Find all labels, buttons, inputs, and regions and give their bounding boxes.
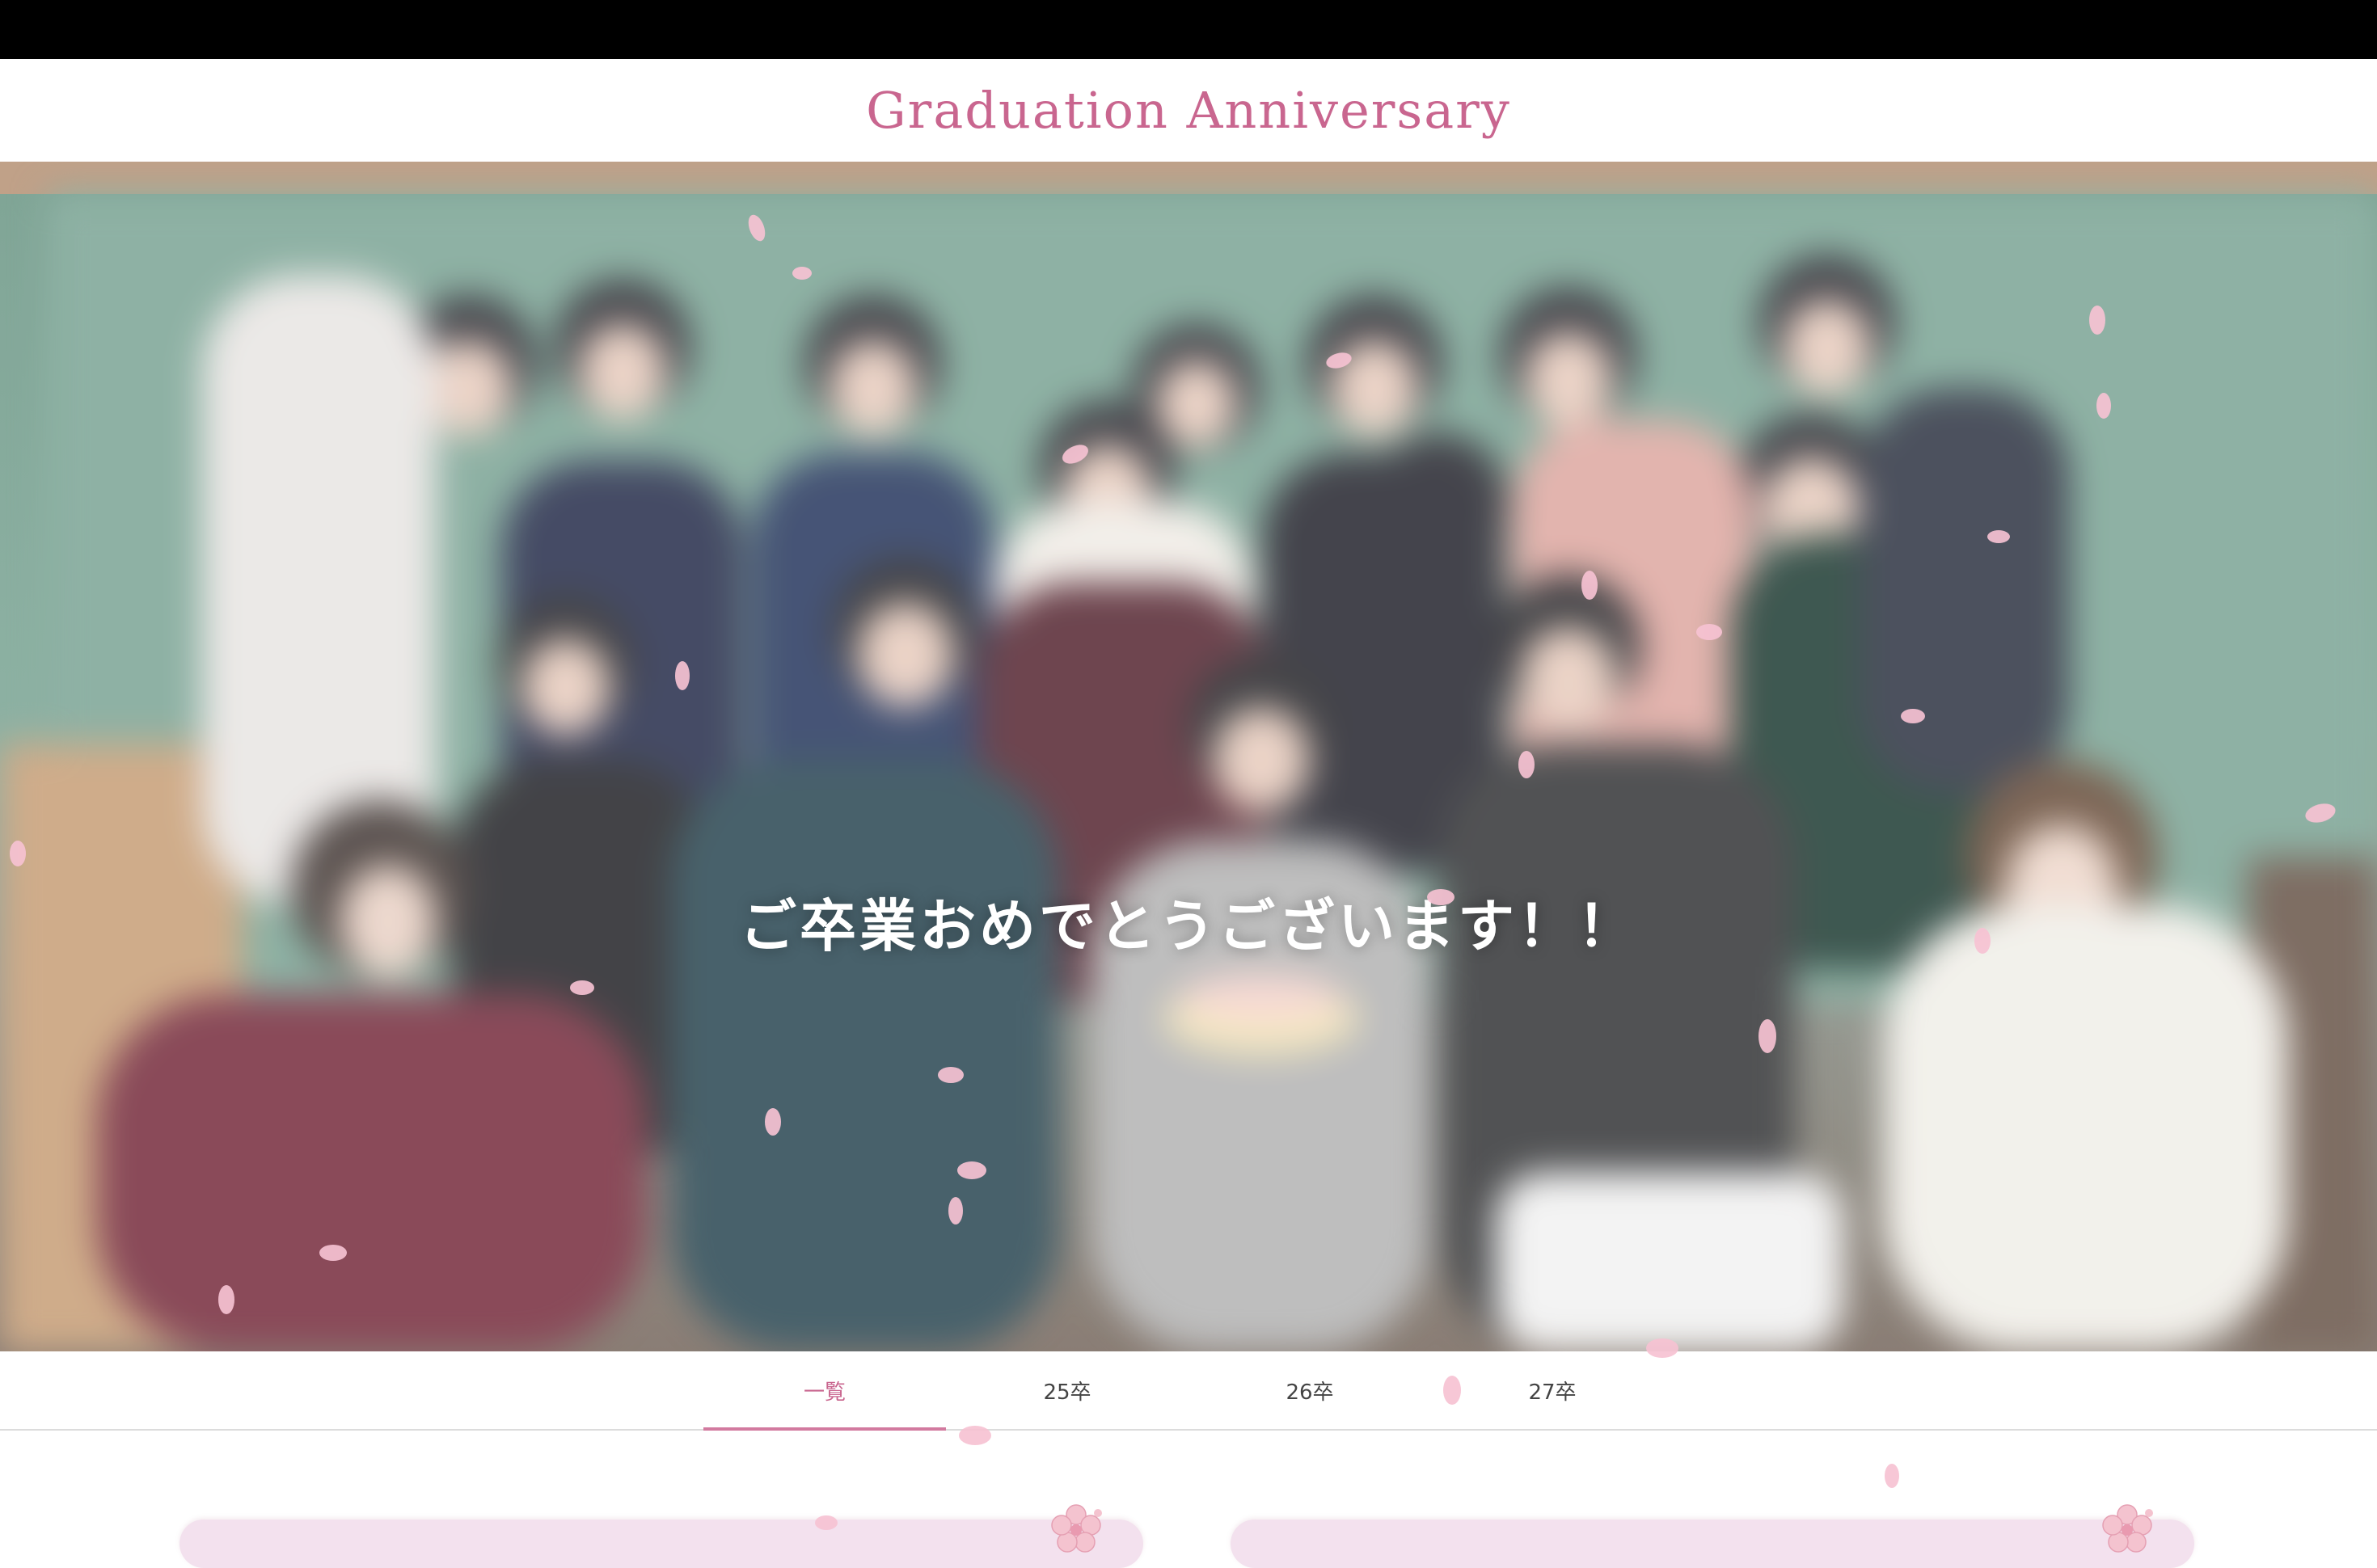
tab-class-of-25[interactable]: 25卒 (946, 1351, 1188, 1429)
top-black-bar (0, 0, 2377, 59)
graduation-year-tabs: 一覧 25卒 26卒 27卒 (0, 1351, 2377, 1431)
site-title[interactable]: Graduation Anniversary (866, 81, 1511, 140)
member-card[interactable] (179, 1520, 1143, 1568)
member-card[interactable] (1231, 1520, 2194, 1568)
tab-all[interactable]: 一覧 (703, 1351, 946, 1431)
sakura-petal-icon (1885, 1464, 1899, 1488)
cherry-blossom-icon (2102, 1504, 2153, 1553)
hero-congratulations-message: ご卒業おめでとうございます！！ (740, 892, 1637, 959)
site-header: Graduation Anniversary (0, 59, 2377, 162)
hero-photo-overlay (0, 162, 2377, 1351)
tab-class-of-26[interactable]: 26卒 (1188, 1351, 1431, 1429)
hero-banner: ご卒業おめでとうございます！！ (0, 162, 2377, 1351)
cherry-blossom-icon (1051, 1504, 1102, 1553)
tab-class-of-27[interactable]: 27卒 (1431, 1351, 1674, 1429)
